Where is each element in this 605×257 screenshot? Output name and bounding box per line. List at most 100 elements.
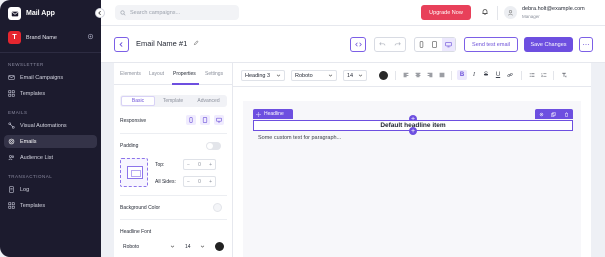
sidebar-item-templates[interactable]: Templates [4, 87, 97, 100]
divider [120, 133, 227, 134]
editor-header: Email Name #1 Send test email Save Chang… [101, 26, 605, 63]
headline-font-select[interactable]: Roboto [120, 241, 178, 252]
subtab-control: Basic Template Advanced [120, 95, 227, 107]
divider [451, 71, 452, 80]
align-justify-icon[interactable] [437, 70, 447, 80]
undo-button[interactable] [375, 38, 390, 51]
headline-font-label: Headline Font [120, 229, 152, 235]
code-icon [354, 42, 362, 47]
phone-icon [189, 117, 193, 123]
list-group [527, 70, 549, 80]
headline-color-swatch[interactable] [215, 242, 224, 251]
brand-name: Brand Name [26, 34, 57, 41]
send-test-email-button[interactable]: Send test email [464, 37, 518, 52]
divider [553, 71, 554, 80]
search-icon [120, 10, 126, 15]
pencil-icon[interactable] [193, 40, 199, 48]
more-options-button[interactable]: ⋯ [579, 37, 593, 52]
redo-button[interactable] [390, 38, 405, 51]
sidebar-item-visual-automations[interactable]: Visual Automations [4, 119, 97, 132]
background-color-swatch[interactable] [213, 203, 222, 212]
code-view-button[interactable] [350, 37, 366, 52]
chevron-left-icon [119, 42, 123, 47]
strikethrough-icon[interactable]: S [481, 70, 491, 80]
sidebar-collapse-button[interactable] [95, 8, 105, 18]
gear-icon[interactable] [87, 33, 94, 42]
sidebar-item-audience-list[interactable]: Audience List [4, 151, 97, 164]
avatar[interactable] [504, 6, 517, 19]
upgrade-button[interactable]: Upgrade Now [421, 5, 471, 20]
section-title-transactional: TRANSACTIONAL [8, 174, 53, 179]
grid-icon [8, 202, 15, 209]
font-family-select[interactable]: Roboto [291, 70, 337, 81]
sidebar-item-label: Log [20, 186, 30, 193]
all-sides-padding-stepper[interactable]: − 0 + [183, 176, 216, 187]
trash-icon[interactable] [564, 112, 569, 117]
history-group [374, 37, 406, 52]
clear-format-icon[interactable] [559, 70, 569, 80]
italic-icon[interactable]: I [469, 70, 479, 80]
subtab-basic[interactable]: Basic [121, 96, 155, 106]
all-sides-label: All Sides: [155, 179, 176, 185]
responsive-mobile-button[interactable] [186, 115, 196, 125]
app-header: Mail App [8, 7, 55, 20]
bold-icon[interactable]: B [457, 70, 467, 80]
back-button[interactable] [114, 37, 129, 52]
brand-selector[interactable]: T Brand Name [8, 31, 94, 44]
subtab-template[interactable]: Template [156, 96, 190, 106]
text-color-swatch[interactable] [379, 71, 388, 80]
settings-icon[interactable] [539, 112, 544, 117]
sidebar-item-transactional-templates[interactable]: Templates [4, 199, 97, 212]
font-size-select[interactable]: 14 [343, 70, 367, 81]
responsive-desktop-button[interactable] [214, 115, 224, 125]
users-icon [8, 155, 15, 161]
link-icon[interactable] [505, 70, 515, 80]
align-center-icon[interactable] [413, 70, 423, 80]
align-left-icon[interactable] [401, 70, 411, 80]
save-changes-button[interactable]: Save Changes [524, 37, 573, 52]
font-size-value: 14 [347, 72, 354, 79]
tab-settings[interactable]: Settings [205, 71, 223, 77]
top-bar: Upgrade Now debra.holt@example.com Manag… [101, 0, 605, 26]
plus-icon[interactable]: + [209, 162, 212, 168]
user-icon [508, 10, 513, 16]
preview-desktop-button[interactable] [441, 38, 455, 51]
alignment-group [401, 70, 447, 80]
numbered-list-icon[interactable] [539, 70, 549, 80]
properties-panel: Elements Layout Properties Settings Basi… [114, 63, 233, 257]
align-right-icon[interactable] [425, 70, 435, 80]
top-padding-value: 0 [198, 161, 201, 168]
minus-icon[interactable]: − [187, 162, 190, 168]
padding-preview-inner [127, 166, 143, 179]
chevron-down-icon [276, 74, 281, 77]
minus-icon[interactable]: − [187, 179, 190, 185]
tab-properties[interactable]: Properties [173, 71, 196, 77]
sidebar-item-emails[interactable]: Emails [4, 135, 97, 148]
underline-icon[interactable]: U [493, 70, 503, 80]
search-box[interactable] [115, 5, 239, 20]
tab-layout[interactable]: Layout [149, 71, 164, 77]
add-block-below-button[interactable]: + [409, 127, 417, 135]
duplicate-icon[interactable] [551, 111, 556, 117]
block-type-tag[interactable]: Headline [253, 109, 293, 119]
preview-mobile-button[interactable] [415, 38, 428, 51]
heading-level-select[interactable]: Heading 3 [241, 70, 285, 81]
padding-toggle[interactable] [206, 142, 221, 150]
sidebar-item-email-campaigns[interactable]: Email Campaigns [4, 71, 97, 84]
sidebar-item-log[interactable]: Log [4, 183, 97, 196]
chevron-down-icon [358, 74, 363, 77]
responsive-tablet-button[interactable] [200, 115, 210, 125]
tab-elements[interactable]: Elements [120, 71, 141, 77]
paragraph-block[interactable]: Some custom text for paragraph... [258, 135, 341, 141]
headline-size-select[interactable]: 14 [182, 241, 208, 252]
search-input[interactable] [130, 9, 230, 16]
bell-icon[interactable] [481, 8, 489, 18]
responsive-label: Responsive [120, 118, 147, 124]
block-actions [535, 109, 573, 119]
preview-tablet-button[interactable] [428, 38, 441, 51]
phone-icon [419, 41, 424, 48]
bullet-list-icon[interactable] [527, 70, 537, 80]
subtab-advanced[interactable]: Advanced [191, 96, 226, 106]
top-padding-stepper[interactable]: − 0 + [183, 159, 216, 170]
plus-icon[interactable]: + [209, 179, 212, 185]
